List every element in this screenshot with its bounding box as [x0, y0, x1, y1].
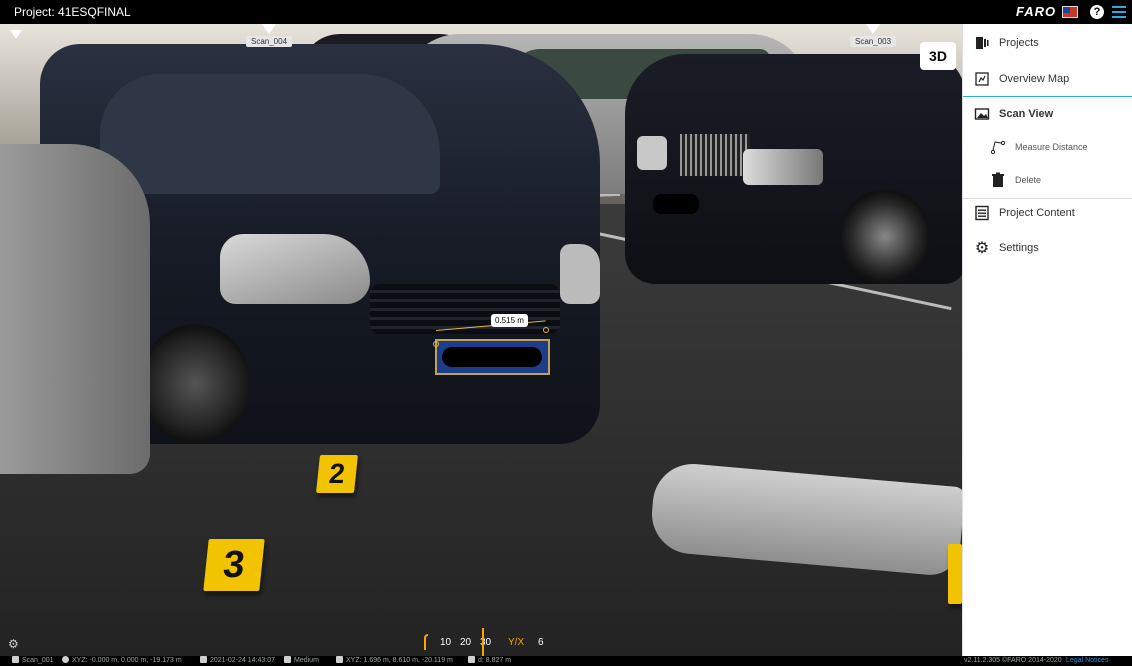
compass-bracket — [424, 634, 428, 650]
scan-viewport[interactable]: 2 3 Scan_004 Scan_003 3D 0.515 m ⚙ 10 20… — [0, 24, 962, 656]
nav-overview-map[interactable]: Overview Map — [963, 62, 1132, 96]
redacted-plate — [653, 194, 699, 214]
redacted-plate — [435, 339, 550, 375]
scan-icon — [12, 656, 19, 663]
map-icon — [973, 70, 991, 88]
scan-pin-004[interactable]: Scan_004 — [246, 24, 293, 47]
trash-icon — [989, 171, 1007, 189]
xyz-position: XYZ: -0.000 m, 0.000 m, -19.173 m — [72, 657, 182, 664]
nav-settings-label: Settings — [999, 242, 1039, 254]
nav-measure-distance[interactable]: Measure Distance — [963, 130, 1132, 164]
xyz-pointer: XYZ: 1.696 m, 8.610 m, -20.119 m — [346, 657, 453, 664]
nav-projects-label: Projects — [999, 37, 1039, 49]
status-position: XYZ: -0.000 m, 0.000 m, -19.173 m — [62, 656, 182, 666]
faro-logo[interactable]: FARO — [1016, 4, 1056, 19]
evidence-marker-partial — [948, 544, 962, 604]
quality-icon — [284, 656, 291, 663]
compass-tick: 20 — [460, 637, 472, 648]
compass-bar: 10 20 30 Y/X 6 — [424, 628, 550, 656]
car-windshield — [100, 74, 440, 194]
hamburger-menu-icon[interactable] — [1112, 6, 1126, 18]
quality: Medium — [294, 657, 319, 664]
status-quality: Medium — [284, 656, 319, 666]
car-black-right — [625, 54, 962, 284]
scan-name: Scan_001 — [22, 657, 54, 664]
status-bar: Scan_001 XYZ: -0.000 m, 0.000 m, -19.173… — [0, 656, 1132, 666]
status-pointer: XYZ: 1.696 m, 8.610 m, -20.119 m — [336, 656, 453, 666]
distance-icon — [468, 656, 475, 663]
nav-projects[interactable]: Projects — [963, 26, 1132, 60]
compass-needle — [482, 628, 484, 656]
image-icon — [973, 105, 991, 123]
location-pin-icon — [62, 656, 69, 663]
version-info: v2.11.2.305 ©FARO 2014-2020 — [964, 657, 1062, 664]
distance: d: 8.827 m — [478, 657, 512, 664]
scan-pin-icon — [262, 24, 277, 34]
scan-pin-label: Scan_004 — [246, 36, 293, 47]
side-panel: Projects Overview Map Scan View Measure … — [962, 24, 1132, 656]
measurement-endpoint[interactable] — [543, 327, 549, 333]
viewport-settings-icon[interactable]: ⚙ — [8, 638, 20, 650]
nav-scan-view[interactable]: Scan View — [963, 97, 1132, 131]
car-grille — [680, 134, 750, 176]
nav-settings[interactable]: ⚙ Settings — [963, 231, 1132, 265]
compass-tick: 10 — [440, 637, 452, 648]
car-headlight — [637, 136, 667, 170]
nav-overview-map-label: Overview Map — [999, 73, 1070, 85]
help-icon[interactable]: ? — [1090, 5, 1104, 19]
gear-icon: ⚙ — [974, 240, 990, 257]
car-silver-left — [0, 144, 150, 474]
language-flag-icon[interactable] — [1062, 6, 1078, 18]
nav-project-content[interactable]: Project Content — [963, 196, 1132, 230]
project-title: Project: 41ESQFINAL — [14, 5, 131, 19]
nav-delete[interactable]: Delete — [963, 163, 1132, 197]
evidence-marker-3: 3 — [203, 539, 265, 591]
scan-pin-label: Scan_003 — [850, 36, 897, 47]
measurement-endpoint[interactable] — [433, 341, 439, 347]
scan-pin-003[interactable]: Scan_003 — [850, 24, 897, 47]
calendar-icon — [200, 656, 207, 663]
nav-delete-label: Delete — [1015, 175, 1042, 185]
status-distance: d: 8.827 m — [468, 656, 511, 666]
car-wheel — [140, 324, 250, 444]
3d-view-button[interactable]: 3D — [920, 42, 956, 70]
projects-icon — [973, 34, 991, 52]
pointer-icon — [336, 656, 343, 663]
car-headlight — [560, 244, 600, 304]
list-icon — [973, 204, 991, 222]
scan-pin-icon — [866, 24, 881, 34]
view-options-icon[interactable] — [10, 30, 22, 39]
nav-scan-view-label: Scan View — [999, 108, 1054, 120]
top-bar: Project: 41ESQFINAL FARO ? — [0, 0, 1132, 24]
car-headlight — [220, 234, 370, 304]
compass-tick: 6 — [538, 637, 544, 648]
car-headlight — [743, 149, 823, 185]
compass-tick: Y/X — [508, 637, 525, 648]
nav-measure-distance-label: Measure Distance — [1015, 142, 1088, 152]
date-time: 2021-02-24 14:43:07 — [210, 657, 275, 664]
status-date: 2021-02-24 14:43:07 — [200, 656, 275, 666]
legal-notices-link[interactable]: Legal Notices — [1066, 656, 1108, 666]
measurement-label: 0.515 m — [491, 314, 528, 327]
nav-project-content-label: Project Content — [999, 207, 1075, 219]
car-wheel — [840, 189, 930, 284]
evidence-marker-2: 2 — [316, 455, 358, 493]
status-scan: Scan_001 — [12, 656, 54, 666]
measure-icon — [989, 138, 1007, 156]
